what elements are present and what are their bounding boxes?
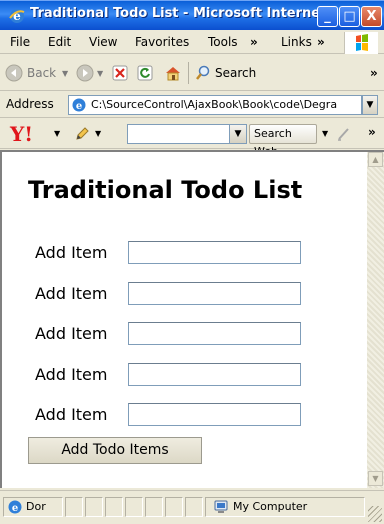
yahoo-toolbar: Y! ▼ ▼ ▼ Search Web ▼ » [0, 119, 384, 158]
vertical-scrollbar[interactable]: ▲ ▼ [367, 152, 384, 488]
page-title: Traditional Todo List [28, 176, 303, 204]
add-item-input[interactable] [128, 322, 301, 345]
menu-chevron[interactable]: » [250, 35, 258, 49]
pencil-dropdown-icon[interactable]: ▼ [95, 129, 101, 138]
add-item-input[interactable] [128, 282, 301, 305]
status-cell [65, 497, 83, 517]
maximize-button[interactable]: □ [339, 6, 360, 27]
yahoo-dropdown-icon[interactable]: ▼ [54, 129, 60, 138]
my-computer-icon [214, 500, 228, 513]
add-item-label: Add Item [35, 324, 108, 343]
stop-icon[interactable] [112, 65, 128, 81]
back-label[interactable]: Back [27, 66, 56, 80]
add-item-label: Add Item [35, 405, 108, 424]
menu-view[interactable]: View [89, 35, 117, 49]
status-cell [165, 497, 183, 517]
status-text: Dor [26, 500, 46, 513]
add-item-label: Add Item [35, 365, 108, 384]
address-dropdown-icon[interactable]: ▼ [362, 95, 378, 115]
status-cell [105, 497, 123, 517]
back-arrow-icon[interactable] [5, 64, 23, 82]
minimize-button[interactable]: _ [317, 6, 338, 27]
search-label[interactable]: Search [215, 66, 256, 80]
highlight-icon[interactable] [336, 126, 352, 142]
add-todo-items-button[interactable]: Add Todo Items [28, 437, 202, 464]
status-bar: e Dor My Computer [0, 490, 384, 524]
scroll-up-icon[interactable]: ▲ [368, 152, 383, 167]
status-cell [85, 497, 103, 517]
address-label: Address [6, 97, 54, 111]
menu-tools[interactable]: Tools [208, 35, 238, 49]
menu-links[interactable]: Links [281, 35, 312, 49]
add-item-input[interactable] [128, 241, 301, 264]
svg-text:e: e [76, 101, 82, 112]
pencil-icon[interactable] [74, 126, 90, 142]
close-button[interactable]: X [361, 6, 382, 27]
status-cell [185, 497, 203, 517]
yahoo-logo[interactable]: Y! [10, 122, 33, 146]
add-item-input[interactable] [128, 363, 301, 386]
forward-dropdown-icon[interactable]: ▼ [97, 69, 103, 78]
svg-text:e: e [12, 503, 18, 514]
back-dropdown-icon[interactable]: ▼ [62, 69, 68, 78]
windows-logo-icon [344, 32, 378, 54]
toolbar-separator [188, 62, 189, 84]
address-bar: Address e C:\SourceControl\AjaxBook\Book… [0, 92, 384, 118]
resize-grip-icon[interactable] [368, 506, 382, 522]
address-input[interactable]: e C:\SourceControl\AjaxBook\Book\code\De… [68, 95, 362, 115]
menu-favorites[interactable]: Favorites [135, 35, 189, 49]
zone-text: My Computer [233, 500, 308, 513]
refresh-icon[interactable] [137, 65, 153, 81]
standard-toolbar: Back ▼ ▼ Search » [0, 55, 384, 91]
search-web-dropdown-icon[interactable]: ▼ [322, 129, 328, 138]
forward-arrow-icon[interactable] [76, 64, 94, 82]
title-bar[interactable]: e Traditional Todo List - Microsoft Inte… [0, 0, 384, 30]
menu-bar: File Edit View Favorites Tools » Links » [0, 30, 384, 54]
status-cell [145, 497, 163, 517]
page-status-icon: e [8, 500, 22, 514]
add-item-label: Add Item [35, 284, 108, 303]
page-icon: e [72, 98, 86, 112]
window-title: Traditional Todo List - Microsoft Intern… [30, 6, 335, 21]
search-web-button[interactable]: Search Web [249, 124, 317, 158]
links-chevron[interactable]: » [317, 35, 325, 49]
scroll-down-icon[interactable]: ▼ [368, 471, 383, 486]
status-cell [125, 497, 143, 517]
add-item-label: Add Item [35, 243, 108, 262]
toolbar-chevron[interactable]: » [370, 66, 378, 80]
home-icon[interactable] [164, 64, 182, 82]
yahoo-chevron[interactable]: » [368, 125, 376, 139]
menu-edit[interactable]: Edit [48, 35, 71, 49]
address-value: C:\SourceControl\AjaxBook\Book\code\Degr… [91, 98, 338, 111]
search-icon[interactable] [195, 65, 211, 81]
ie-icon: e [9, 9, 25, 23]
add-item-input[interactable] [128, 403, 301, 426]
menu-file[interactable]: File [10, 35, 30, 49]
yahoo-search-dropdown-icon[interactable]: ▼ [229, 125, 246, 143]
